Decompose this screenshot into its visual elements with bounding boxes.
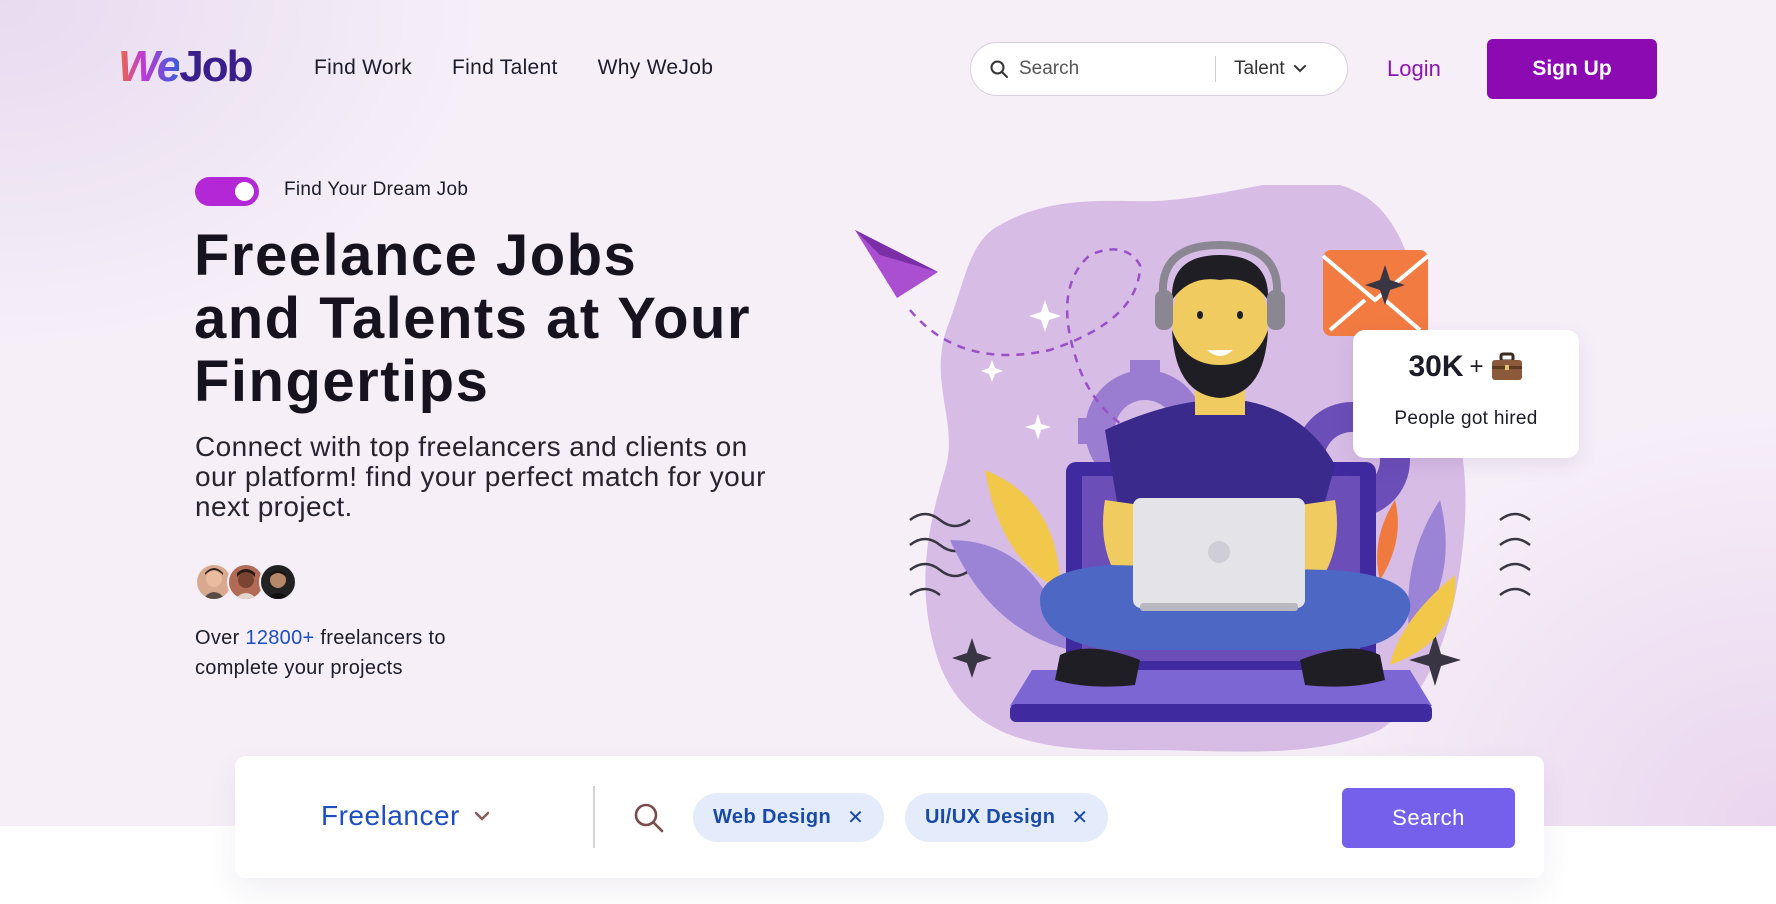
tag-chip-ui-ux-design[interactable]: UI/UX Design ✕ [905, 793, 1109, 842]
avatar [259, 563, 297, 601]
hired-stat-label: People got hired [1394, 408, 1538, 429]
wejob-logo[interactable]: WeJob [118, 42, 253, 91]
hired-stat-card: 30K + People got hired [1353, 330, 1579, 458]
freelancer-count-prefix: Over [195, 627, 246, 649]
logo-we-text: We [118, 42, 181, 91]
role-dropdown-label: Freelancer [321, 800, 460, 831]
nav-find-work[interactable]: Find Work [314, 56, 412, 80]
search-category-label: Talent [1234, 58, 1285, 79]
briefcase-icon [1491, 352, 1522, 380]
search-button[interactable]: Search [1342, 788, 1515, 848]
chevron-down-icon [474, 811, 490, 821]
signup-button[interactable]: Sign Up [1487, 39, 1657, 99]
tag-chip-label: UI/UX Design [925, 806, 1056, 828]
hired-stat-number: 30K [1408, 350, 1464, 383]
search-category-dropdown[interactable]: Talent [1234, 58, 1307, 80]
hero-illustration [855, 185, 1531, 752]
close-icon[interactable]: ✕ [1071, 805, 1088, 830]
tag-chip-web-design[interactable]: Web Design ✕ [693, 793, 884, 842]
paper-plane-icon [855, 230, 938, 298]
search-divider [1215, 56, 1216, 82]
search-icon [990, 60, 1008, 78]
hired-stat-value: 30K + [1353, 350, 1579, 384]
nav-find-talent[interactable]: Find Talent [452, 56, 558, 80]
tag-chip-label: Web Design [713, 806, 832, 828]
freelancer-avatars [195, 563, 297, 601]
hero-title-line-1: Freelance Jobs [194, 223, 638, 288]
toggle-label: Find Your Dream Job [284, 179, 469, 200]
panel-divider [593, 786, 595, 848]
header-search-bar: Talent [970, 42, 1348, 96]
chevron-down-icon [1293, 65, 1306, 73]
close-icon[interactable]: ✕ [847, 805, 864, 830]
nav-why-wejob[interactable]: Why WeJob [598, 56, 714, 80]
freelancer-count-number: 12800+ [245, 627, 315, 649]
logo-job-text: Job [179, 42, 253, 91]
search-icon [634, 803, 664, 833]
header-search-input[interactable] [1019, 58, 1209, 80]
dream-job-toggle[interactable] [195, 177, 259, 206]
freelancer-count-text: Over 12800+ freelancers to complete your… [195, 623, 495, 683]
hero-title: Freelance Jobs and Talents at Your Finge… [194, 224, 794, 413]
mail-icon [1321, 250, 1430, 336]
hired-stat-plus: + [1469, 353, 1484, 380]
login-link[interactable]: Login [1387, 56, 1441, 82]
role-dropdown[interactable]: Freelancer [321, 800, 490, 832]
main-nav: Find Work Find Talent Why WeJob [314, 56, 713, 80]
wave-lines [1499, 512, 1531, 597]
hero-title-line-3: Fingertips [194, 349, 490, 414]
hero-subtitle: Connect with top freelancers and clients… [195, 431, 766, 522]
hero-title-line-2: and Talents at Your [194, 286, 752, 351]
job-search-panel: Freelancer Web Design ✕ UI/UX Design ✕ S… [235, 756, 1544, 878]
toggle-knob [235, 182, 254, 201]
